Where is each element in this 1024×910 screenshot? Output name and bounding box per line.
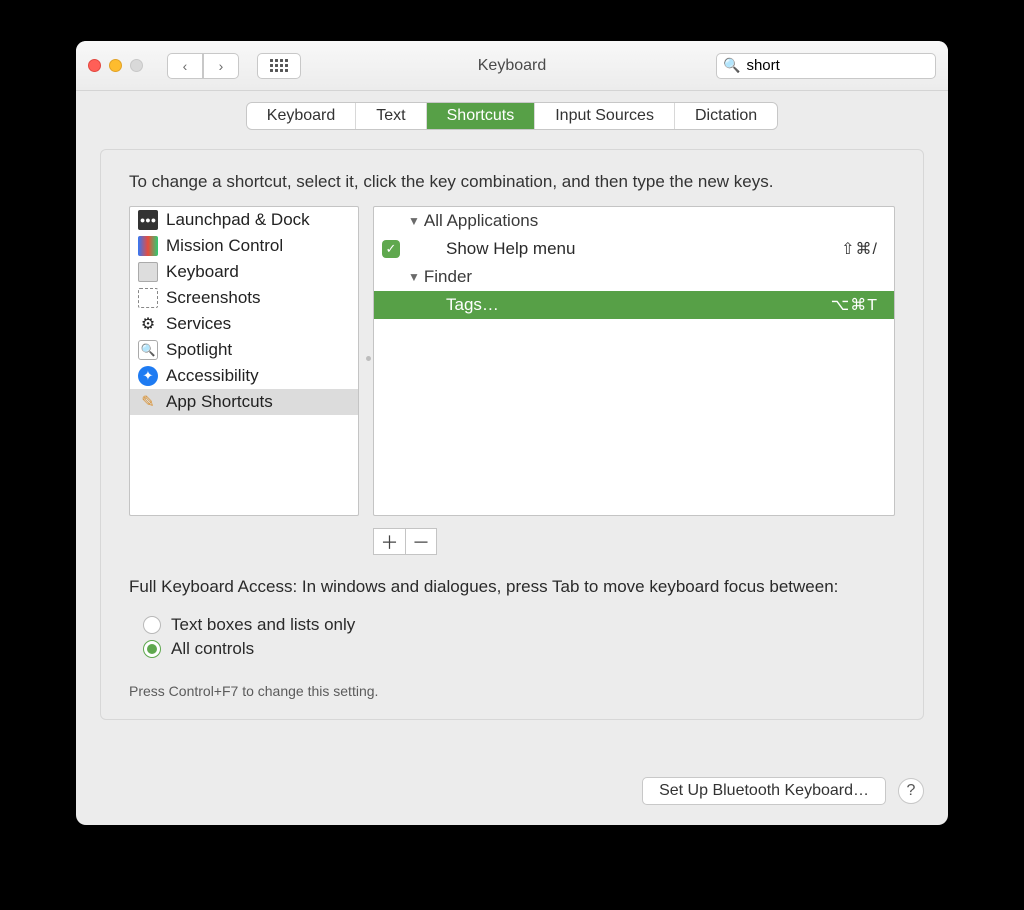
category-accessibility[interactable]: ✦ Accessibility (130, 363, 358, 389)
category-label: Accessibility (166, 366, 259, 386)
back-button[interactable]: ‹ (167, 53, 203, 79)
screenshots-icon (138, 288, 158, 308)
hint-text: Press Control+F7 to change this setting. (129, 683, 895, 699)
show-all-button[interactable] (257, 53, 301, 79)
setup-bluetooth-button[interactable]: Set Up Bluetooth Keyboard… (642, 777, 886, 805)
shortcut-group-finder[interactable]: ▼ Finder (374, 263, 894, 291)
resize-handle[interactable] (366, 356, 371, 361)
category-app-shortcuts[interactable]: ✎ App Shortcuts (130, 389, 358, 415)
tabs: Keyboard Text Shortcuts Input Sources Di… (247, 103, 777, 129)
shortcut-keys[interactable]: ⌥⌘T (831, 295, 878, 315)
gear-icon: ⚙︎ (138, 314, 158, 334)
shortcut-keys[interactable]: ⇧⌘/ (841, 239, 878, 259)
category-label: Spotlight (166, 340, 232, 360)
traffic-lights (88, 59, 143, 72)
launchpad-icon: ●●● (138, 210, 158, 230)
search-input[interactable] (746, 57, 945, 74)
search-field[interactable]: 🔍 ✕ (716, 53, 936, 79)
group-label: Finder (424, 267, 472, 287)
search-icon: 🔍 (723, 57, 740, 74)
shortcut-tags[interactable]: ✓ Tags… ⌥⌘T (374, 291, 894, 319)
add-shortcut-button[interactable]: ＋ (373, 528, 405, 555)
spotlight-icon: 🔍 (138, 340, 158, 360)
full-keyboard-label: Full Keyboard Access: In windows and dia… (129, 577, 895, 597)
shortcut-show-help-menu[interactable]: ✓ Show Help menu ⇧⌘/ (374, 235, 894, 263)
grid-icon (270, 59, 288, 72)
tab-shortcuts[interactable]: Shortcuts (427, 103, 536, 129)
category-label: Keyboard (166, 262, 239, 282)
category-screenshots[interactable]: Screenshots (130, 285, 358, 311)
category-label: Screenshots (166, 288, 261, 308)
instruction-text: To change a shortcut, select it, click t… (129, 172, 895, 192)
radio-all-controls[interactable]: All controls (143, 639, 895, 659)
keyboard-icon (138, 262, 158, 282)
category-label: App Shortcuts (166, 392, 273, 412)
category-label: Launchpad & Dock (166, 210, 310, 230)
titlebar: ‹ › Keyboard 🔍 ✕ (76, 41, 948, 91)
group-label: All Applications (424, 211, 538, 231)
disclosure-triangle-icon[interactable]: ▼ (408, 270, 420, 284)
add-remove-buttons: ＋ － (373, 528, 895, 555)
category-label: Mission Control (166, 236, 283, 256)
tab-keyboard[interactable]: Keyboard (247, 103, 357, 129)
category-services[interactable]: ⚙︎ Services (130, 311, 358, 337)
accessibility-icon: ✦ (138, 366, 158, 386)
window-title: Keyboard (478, 57, 547, 75)
chevron-right-icon: › (219, 58, 224, 74)
help-button[interactable]: ? (898, 778, 924, 804)
radio-icon[interactable] (143, 616, 161, 634)
shortcut-name: Show Help menu (446, 239, 841, 259)
mission-control-icon (138, 236, 158, 256)
category-list[interactable]: ●●● Launchpad & Dock Mission Control Key… (129, 206, 359, 516)
category-keyboard[interactable]: Keyboard (130, 259, 358, 285)
tab-text[interactable]: Text (356, 103, 426, 129)
shortcuts-panel: To change a shortcut, select it, click t… (100, 149, 924, 720)
content-area: Keyboard Text Shortcuts Input Sources Di… (76, 91, 948, 825)
tab-dictation[interactable]: Dictation (675, 103, 777, 129)
category-label: Services (166, 314, 231, 334)
remove-shortcut-button[interactable]: － (405, 528, 437, 555)
checkbox-enabled[interactable]: ✓ (382, 240, 400, 258)
shortcut-list[interactable]: ▼ All Applications ✓ Show Help menu ⇧⌘/ … (373, 206, 895, 516)
lists-container: ●●● Launchpad & Dock Mission Control Key… (129, 206, 895, 516)
category-spotlight[interactable]: 🔍 Spotlight (130, 337, 358, 363)
app-shortcuts-icon: ✎ (138, 392, 158, 412)
radio-icon[interactable] (143, 640, 161, 658)
shortcut-group-all-applications[interactable]: ▼ All Applications (374, 207, 894, 235)
category-mission-control[interactable]: Mission Control (130, 233, 358, 259)
chevron-left-icon: ‹ (183, 58, 188, 74)
tab-input-sources[interactable]: Input Sources (535, 103, 675, 129)
disclosure-triangle-icon[interactable]: ▼ (408, 214, 420, 228)
radio-text-boxes-only[interactable]: Text boxes and lists only (143, 615, 895, 635)
shortcut-name: Tags… (446, 295, 831, 315)
nav-group: ‹ › (167, 53, 239, 79)
forward-button[interactable]: › (203, 53, 239, 79)
close-window-button[interactable] (88, 59, 101, 72)
category-launchpad-dock[interactable]: ●●● Launchpad & Dock (130, 207, 358, 233)
preferences-window: ‹ › Keyboard 🔍 ✕ Keyboard Text Shortcuts… (76, 41, 948, 825)
minimize-window-button[interactable] (109, 59, 122, 72)
zoom-window-button (130, 59, 143, 72)
radio-label: Text boxes and lists only (171, 615, 355, 635)
footer: Set Up Bluetooth Keyboard… ? (100, 763, 924, 805)
radio-label: All controls (171, 639, 254, 659)
